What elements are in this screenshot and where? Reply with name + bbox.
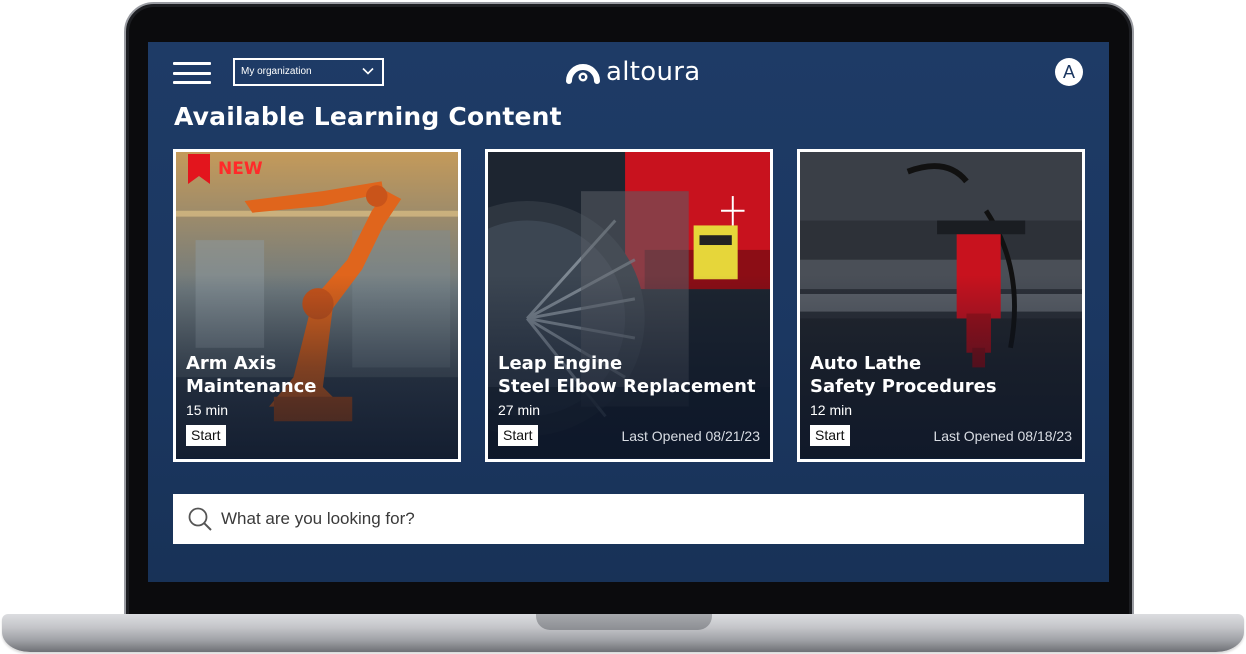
content-card-leap-engine[interactable]: Leap Engine Steel Elbow Replacement 27 m… — [485, 149, 773, 462]
menu-icon[interactable] — [173, 62, 211, 84]
card-title: Auto Lathe Safety Procedures — [810, 353, 997, 397]
laptop-notch — [536, 614, 712, 630]
content-card-auto-lathe[interactable]: Auto Lathe Safety Procedures 12 min Star… — [797, 149, 1085, 462]
search-icon — [188, 507, 212, 531]
logo-text: altoura — [606, 57, 701, 87]
page-title: Available Learning Content — [174, 102, 562, 131]
start-button[interactable]: Start — [186, 425, 226, 446]
user-avatar[interactable]: A — [1055, 58, 1083, 86]
altoura-logo-icon — [566, 64, 600, 84]
card-title: Leap Engine Steel Elbow Replacement — [498, 353, 756, 397]
card-duration: 12 min — [810, 402, 853, 418]
bookmark-ribbon-icon — [188, 154, 210, 184]
search-input[interactable] — [221, 509, 1021, 529]
card-duration: 15 min — [186, 402, 229, 418]
last-opened-date: Last Opened 08/21/23 — [621, 428, 760, 444]
app-screen: My organization altoura A Available Lear… — [148, 42, 1109, 582]
start-button[interactable]: Start — [810, 425, 850, 446]
search-bar[interactable] — [173, 494, 1084, 544]
organization-select-value: My organization — [241, 66, 312, 77]
last-opened-date: Last Opened 08/18/23 — [933, 428, 1072, 444]
new-label: NEW — [218, 159, 263, 179]
new-badge: NEW — [188, 154, 263, 184]
altoura-logo: altoura — [566, 56, 700, 88]
start-button[interactable]: Start — [498, 425, 538, 446]
card-title: Arm Axis Maintenance — [186, 353, 317, 397]
chevron-down-icon — [362, 67, 374, 75]
organization-select[interactable]: My organization — [233, 58, 384, 86]
card-duration: 27 min — [498, 402, 541, 418]
content-card-arm-axis[interactable]: NEW Arm Axis Maintenance 15 min Start — [173, 149, 461, 462]
